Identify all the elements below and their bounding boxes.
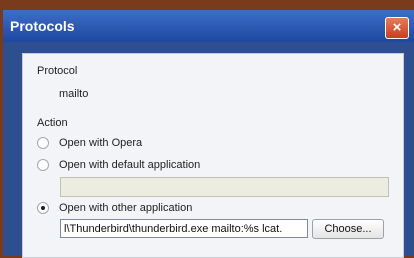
radio-button-icon[interactable] [37, 159, 49, 171]
option-label: Open with Opera [59, 137, 143, 149]
close-icon: × [392, 19, 402, 36]
radio-button-icon[interactable] [37, 137, 49, 149]
protocol-value: mailto [59, 88, 89, 100]
close-button[interactable]: × [385, 17, 409, 39]
application-path-input[interactable] [60, 219, 308, 238]
protocol-panel: Protocol mailto Action Open with Opera O… [22, 53, 404, 258]
option-open-with-opera[interactable]: Open with Opera [37, 135, 142, 151]
option-label: Open with default application [59, 159, 201, 171]
option-open-with-default[interactable]: Open with default application [37, 157, 200, 173]
choose-button[interactable]: Choose... [312, 219, 384, 239]
protocol-heading: Protocol [37, 65, 78, 77]
option-label: Open with other application [59, 202, 193, 214]
protocols-dialog: Protocols × Protocol mailto Action Open … [3, 10, 414, 258]
dialog-title: Protocols [10, 18, 75, 34]
radio-button-icon[interactable] [37, 202, 49, 214]
default-application-field [60, 177, 389, 197]
action-heading: Action [37, 117, 68, 129]
title-bar[interactable]: Protocols × [3, 10, 414, 42]
option-open-with-other[interactable]: Open with other application [37, 200, 192, 216]
